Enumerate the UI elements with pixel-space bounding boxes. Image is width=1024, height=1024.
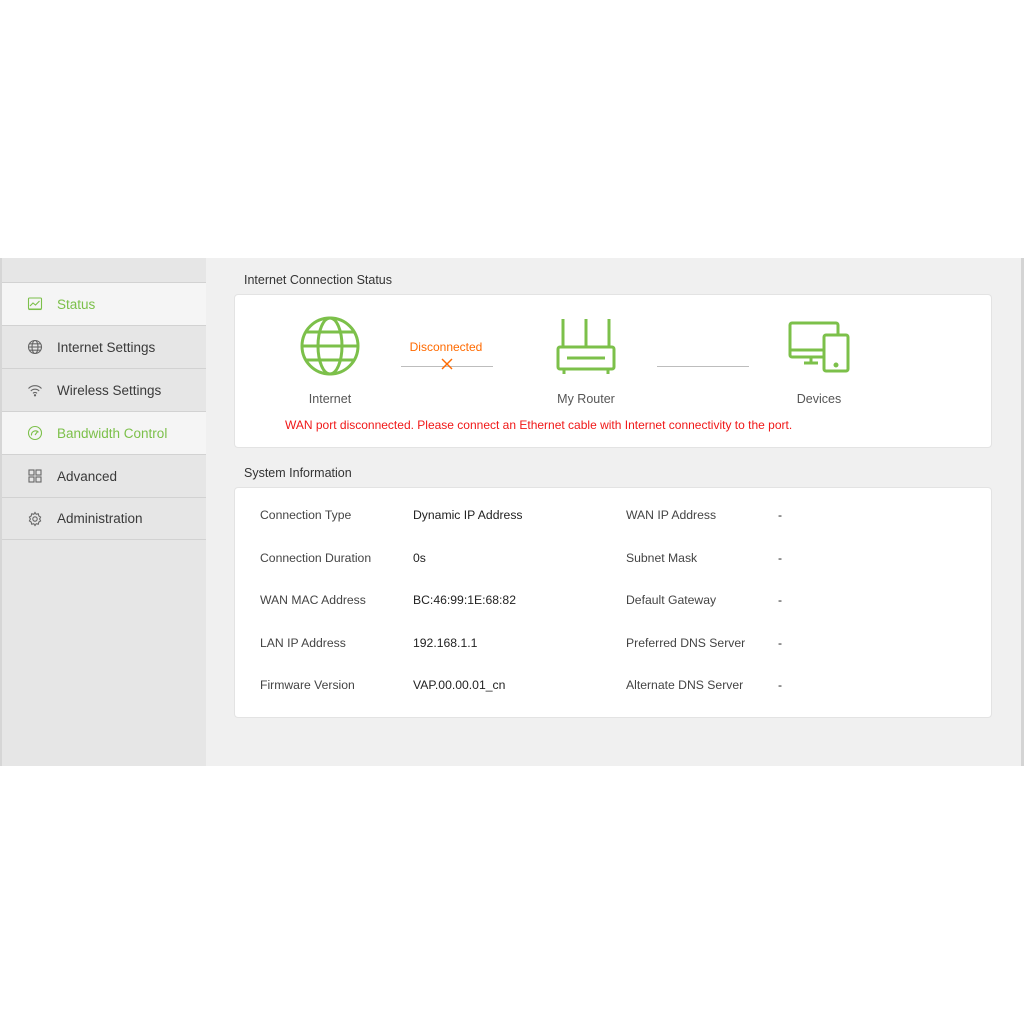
sidebar-item-status[interactable]: Status xyxy=(2,282,206,325)
sidebar-item-administration[interactable]: Administration xyxy=(2,497,206,540)
globe-icon xyxy=(27,339,43,355)
info-label: Connection Duration xyxy=(260,551,372,565)
info-value: - xyxy=(778,508,783,522)
sidebar-item-label: Bandwidth Control xyxy=(57,425,168,441)
connection-status-title: Internet Connection Status xyxy=(244,273,393,287)
sidebar-item-label: Advanced xyxy=(57,468,118,484)
internet-label: Internet xyxy=(308,392,352,406)
sidebar-item-bandwidth-control[interactable]: Bandwidth Control xyxy=(2,411,206,454)
info-value: - xyxy=(778,551,783,565)
devices-icon xyxy=(788,321,852,378)
connection-status-card: Internet Disconnected My Router Devices … xyxy=(234,294,992,448)
info-value: VAP.00.00.01_cn xyxy=(413,678,506,692)
grid-icon xyxy=(27,468,43,484)
sidebar-item-label: Administration xyxy=(57,511,143,526)
info-row: LAN IP Address 192.168.1.1 Preferred DNS… xyxy=(235,636,991,656)
sidebar-item-internet-settings[interactable]: Internet Settings xyxy=(2,325,206,368)
info-value: - xyxy=(778,593,783,607)
info-label: WAN IP Address xyxy=(626,508,717,522)
router-icon xyxy=(555,317,617,382)
sidebar-item-label: Internet Settings xyxy=(57,339,156,355)
info-value: 0s xyxy=(413,551,426,565)
info-label: Default Gateway xyxy=(626,593,717,607)
router-devices-link-line xyxy=(657,366,749,367)
info-row: Connection Type Dynamic IP Address WAN I… xyxy=(235,508,991,528)
gear-icon xyxy=(27,511,43,527)
sidebar-item-wireless-settings[interactable]: Wireless Settings xyxy=(2,368,206,411)
info-label: Alternate DNS Server xyxy=(626,678,744,692)
router-admin-app: Status Internet Settings Wireless Settin… xyxy=(0,258,1024,766)
info-row: Firmware Version VAP.00.00.01_cn Alterna… xyxy=(235,678,991,698)
info-value: Dynamic IP Address xyxy=(413,508,523,522)
info-label: Preferred DNS Server xyxy=(626,636,746,650)
info-row: WAN MAC Address BC:46:99:1E:68:82 Defaul… xyxy=(235,593,991,613)
link-status-label: Disconnected xyxy=(409,340,483,354)
sidebar-item-label: Wireless Settings xyxy=(57,382,162,398)
sidebar: Status Internet Settings Wireless Settin… xyxy=(0,258,206,766)
info-value: - xyxy=(778,636,783,650)
sidebar-item-advanced[interactable]: Advanced xyxy=(2,454,206,497)
main-content: Internet Connection Status Internet Disc… xyxy=(206,258,1021,766)
sidebar-header-spacer xyxy=(2,258,206,282)
sidebar-item-label: Status xyxy=(57,296,96,312)
devices-label: Devices xyxy=(796,392,842,406)
info-label: Connection Type xyxy=(260,508,352,522)
info-label: WAN MAC Address xyxy=(260,593,366,607)
internet-globe-icon xyxy=(299,315,361,382)
cross-icon xyxy=(440,357,454,375)
status-chart-icon xyxy=(27,296,43,312)
gauge-icon xyxy=(27,425,43,441)
info-label: LAN IP Address xyxy=(260,636,346,650)
info-label: Firmware Version xyxy=(260,678,355,692)
info-value: BC:46:99:1E:68:82 xyxy=(413,593,516,607)
info-label: Subnet Mask xyxy=(626,551,698,565)
info-value: - xyxy=(778,678,783,692)
wifi-icon xyxy=(27,382,43,398)
system-information-title: System Information xyxy=(244,466,352,480)
system-information-card: Connection Type Dynamic IP Address WAN I… xyxy=(234,487,992,718)
info-value: 192.168.1.1 xyxy=(413,636,478,650)
wan-disconnected-warning: WAN port disconnected. Please connect an… xyxy=(285,418,793,432)
info-row: Connection Duration 0s Subnet Mask - xyxy=(235,551,991,571)
router-label: My Router xyxy=(557,392,615,406)
